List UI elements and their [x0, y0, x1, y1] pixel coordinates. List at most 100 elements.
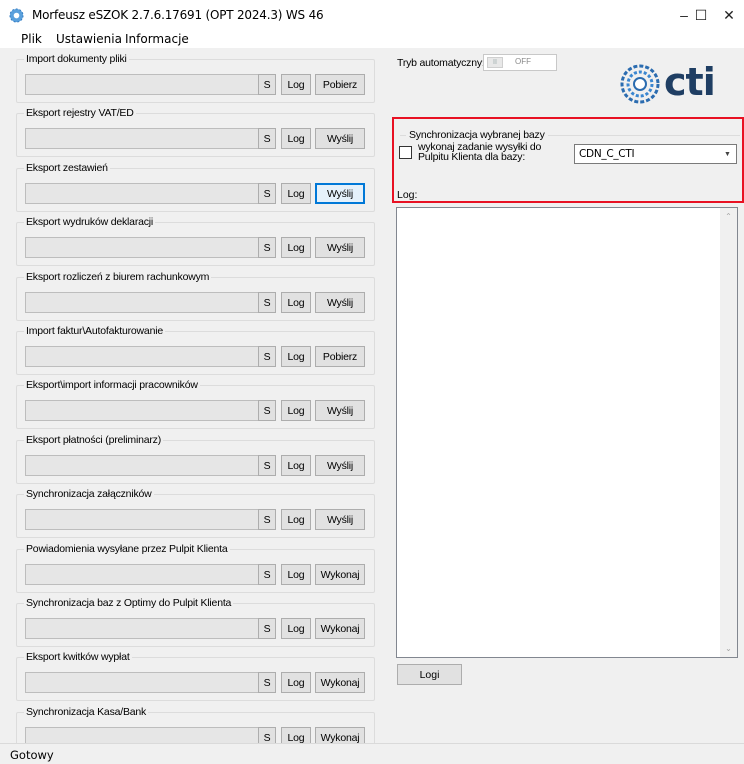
auto-mode-toggle[interactable]: II OFF: [483, 54, 557, 71]
status-bar: Gotowy: [0, 743, 744, 764]
task-progress-field: [25, 128, 265, 149]
action-button[interactable]: Wyślij: [315, 455, 365, 476]
action-button[interactable]: Pobierz: [315, 346, 365, 367]
toggle-state: OFF: [515, 57, 531, 66]
title-bar: Morfeusz eSZOK 2.7.6.17691 (OPT 2024.3) …: [0, 0, 744, 30]
logi-button[interactable]: Logi: [397, 664, 462, 685]
task-group-title: Eksport płatności (preliminarz): [24, 434, 164, 446]
task-group: Eksport wydruków deklaracji S Log Wyślij: [16, 216, 375, 266]
log-button[interactable]: Log: [281, 237, 311, 258]
log-button[interactable]: Log: [281, 400, 311, 421]
log-button[interactable]: Log: [281, 672, 311, 693]
task-group-title: Synchronizacja baz z Optimy do Pulpit Kl…: [24, 597, 234, 609]
task-group: Synchronizacja baz z Optimy do Pulpit Kl…: [16, 597, 375, 647]
task-group: Eksport rozliczeń z biurem rachunkowym S L…: [16, 271, 375, 321]
menu-informacje[interactable]: Informacje: [125, 32, 189, 46]
scroll-up-icon[interactable]: ⌃: [720, 208, 737, 225]
action-button[interactable]: Wyślij: [315, 183, 365, 204]
window-title: Morfeusz eSZOK 2.7.6.17691 (OPT 2024.3) …: [32, 8, 324, 22]
chevron-down-icon[interactable]: ▼: [719, 145, 736, 163]
log-button[interactable]: Log: [281, 455, 311, 476]
log-button[interactable]: Log: [281, 564, 311, 585]
action-button[interactable]: Wyślij: [315, 237, 365, 258]
task-group-title: Eksport wydruków deklaracji: [24, 216, 156, 228]
task-group: Eksport płatności (preliminarz) S Log Wyśli…: [16, 434, 375, 484]
task-progress-field: [25, 672, 265, 693]
task-group: Eksport\import informacji pracowników S Lo…: [16, 379, 375, 429]
settings-s-button[interactable]: S: [258, 183, 276, 204]
settings-s-button[interactable]: S: [258, 564, 276, 585]
action-button[interactable]: Wyślij: [315, 400, 365, 421]
action-button[interactable]: Wyślij: [315, 128, 365, 149]
action-button[interactable]: Wyślij: [315, 292, 365, 313]
settings-s-button[interactable]: S: [258, 618, 276, 639]
task-group-title: Powiadomienia wysyłane przez Pulpit Klie…: [24, 543, 230, 555]
task-progress-field: [25, 618, 265, 639]
log-label: Log:: [397, 189, 418, 201]
auto-mode-label: Tryb automatyczny:: [397, 57, 485, 69]
sync-checkbox[interactable]: [399, 146, 412, 159]
settings-s-button[interactable]: S: [258, 292, 276, 313]
cti-logo: cti: [620, 60, 744, 108]
task-group-title: Synchronizacja załączników: [24, 488, 154, 500]
task-group-title: Eksport zestawień: [24, 162, 110, 174]
task-progress-field: [25, 564, 265, 585]
settings-s-button[interactable]: S: [258, 128, 276, 149]
task-progress-field: [25, 183, 265, 204]
settings-s-button[interactable]: S: [258, 509, 276, 530]
task-group: Import dokumenty pliki S Log Pobierz: [16, 53, 375, 103]
task-progress-field: [25, 74, 265, 95]
task-progress-field: [25, 237, 265, 258]
action-button[interactable]: Pobierz: [315, 74, 365, 95]
action-button[interactable]: Wyślij: [315, 509, 365, 530]
log-button[interactable]: Log: [281, 618, 311, 639]
task-progress-field: [25, 346, 265, 367]
log-button[interactable]: Log: [281, 128, 311, 149]
task-group-title: Eksport\import informacji pracowników: [24, 379, 200, 391]
task-group-title: Eksport rozliczeń z biurem rachunkowym: [24, 271, 212, 283]
task-progress-field: [25, 509, 265, 530]
action-button[interactable]: Wykonaj: [315, 672, 365, 693]
task-group-title: Import faktur\Autofakturowanie: [24, 325, 165, 337]
log-button[interactable]: Log: [281, 346, 311, 367]
database-select[interactable]: CDN_C_CTI ▼: [574, 144, 737, 164]
app-gear-icon: [9, 8, 24, 23]
sync-highlight-box: Synchronizacja wybranej bazy wykonaj zad…: [392, 117, 744, 203]
log-button[interactable]: Log: [281, 509, 311, 530]
settings-s-button[interactable]: S: [258, 74, 276, 95]
task-group-title: Eksport kwitków wypłat: [24, 651, 132, 663]
task-group: Powiadomienia wysyłane przez Pulpit Klie…: [16, 543, 375, 593]
toggle-knob[interactable]: II: [487, 57, 503, 68]
task-group-title: Import dokumenty pliki: [24, 53, 129, 65]
log-button[interactable]: Log: [281, 74, 311, 95]
log-scrollbar[interactable]: ⌃ ⌄: [720, 208, 737, 657]
task-group: Import faktur\Autofakturowanie S Log Pobier…: [16, 325, 375, 375]
task-group-title: Synchronizacja Kasa/Bank: [24, 706, 149, 718]
log-button[interactable]: Log: [281, 183, 311, 204]
log-button[interactable]: Log: [281, 292, 311, 313]
task-progress-field: [25, 400, 265, 421]
task-group: Eksport rejestry VAT/ED S Log Wyślij: [16, 107, 375, 157]
database-select-value: CDN_C_CTI: [579, 148, 635, 160]
settings-s-button[interactable]: S: [258, 672, 276, 693]
task-progress-field: [25, 292, 265, 313]
settings-s-button[interactable]: S: [258, 400, 276, 421]
scroll-down-icon[interactable]: ⌄: [720, 640, 737, 657]
menu-ustawienia[interactable]: Ustawienia: [56, 32, 122, 46]
action-button[interactable]: Wykonaj: [315, 564, 365, 585]
menu-plik[interactable]: Plik: [21, 32, 42, 46]
sync-title: Synchronizacja wybranej bazy: [406, 129, 548, 141]
settings-s-button[interactable]: S: [258, 455, 276, 476]
action-button[interactable]: Wykonaj: [315, 618, 365, 639]
log-textarea[interactable]: [396, 207, 738, 658]
sync-checkbox-label: wykonaj zadanie wysyłki do Pulpitu Klien…: [418, 141, 542, 163]
task-group: Eksport kwitków wypłat S Log Wykonaj: [16, 651, 375, 701]
task-group-title: Eksport rejestry VAT/ED: [24, 107, 136, 119]
task-progress-field: [25, 455, 265, 476]
task-group: Eksport zestawień S Log Wyślij: [16, 162, 375, 212]
settings-s-button[interactable]: S: [258, 346, 276, 367]
settings-s-button[interactable]: S: [258, 237, 276, 258]
close-button[interactable]: ✕: [714, 0, 744, 30]
menu-bar: Plik Ustawienia Informacje: [0, 30, 744, 48]
globe-logo-icon: [620, 64, 660, 104]
